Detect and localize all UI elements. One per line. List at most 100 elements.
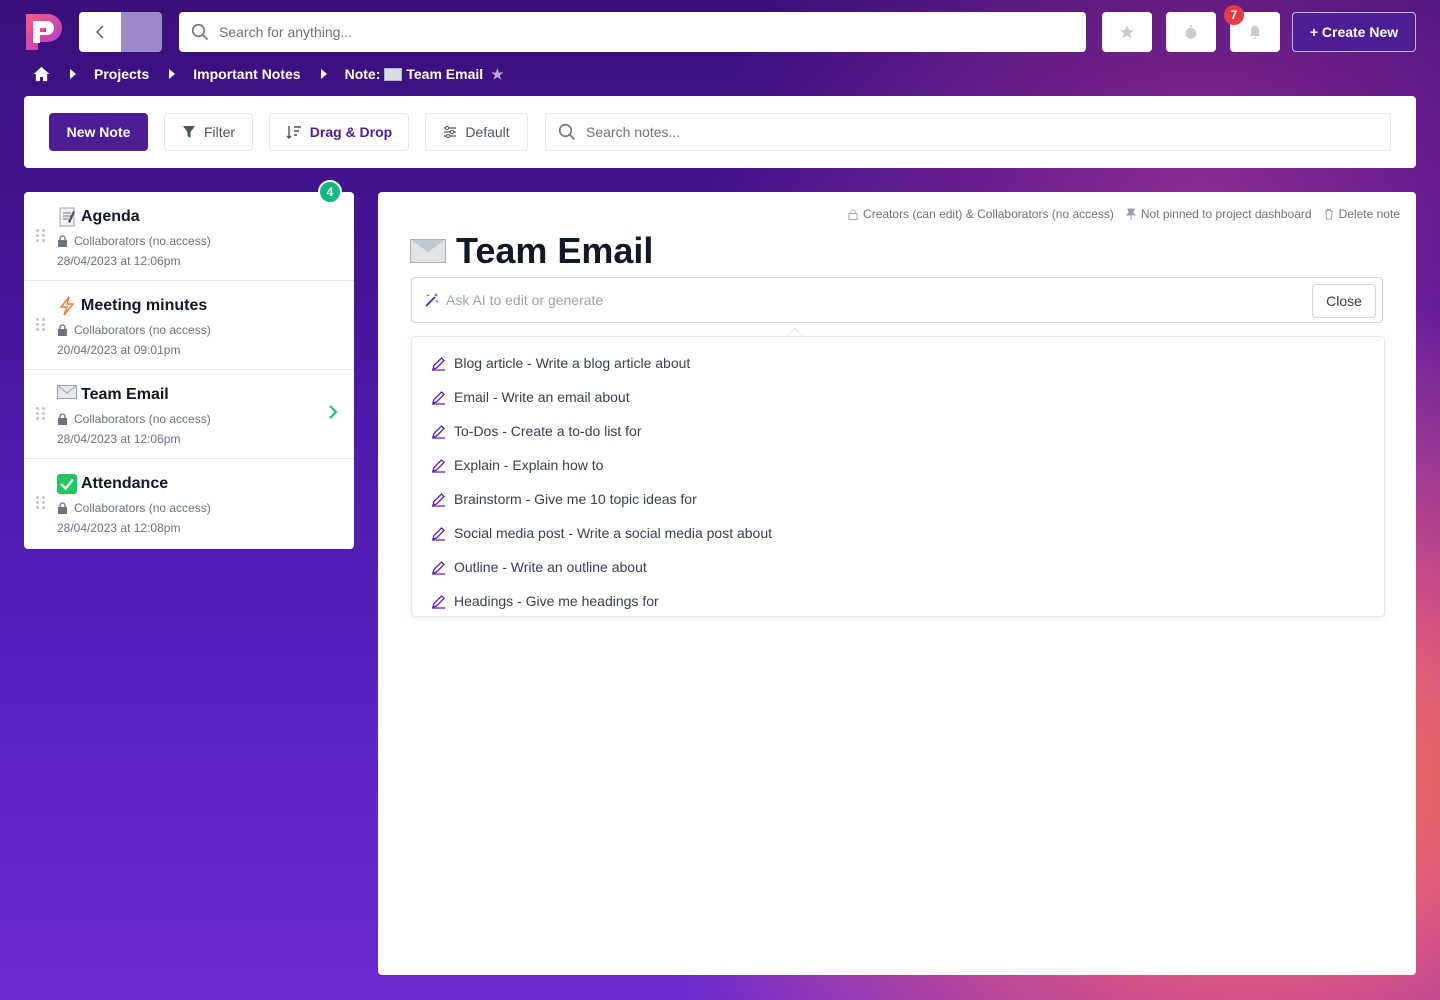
favorites-button[interactable] (1102, 12, 1152, 52)
note-date: 20/04/2023 at 09:01pm (57, 343, 181, 357)
star-icon[interactable]: ★ (491, 66, 504, 83)
filter-label: Filter (203, 124, 236, 140)
ai-option-brainstorm[interactable]: Brainstorm - Give me 10 topic ideas for (412, 482, 1384, 516)
recent-page-thumbnail[interactable] (121, 12, 162, 52)
ai-prompt-input[interactable] (446, 292, 1246, 308)
drag-handle-icon[interactable] (36, 496, 46, 510)
bell-icon (1249, 26, 1261, 39)
ai-option-label: Brainstorm - Give me 10 topic ideas for (454, 491, 697, 507)
chevron-left-icon (95, 25, 104, 39)
lock-icon (848, 209, 858, 220)
ai-option-social-media-post[interactable]: Social media post - Write a social media… (412, 516, 1384, 550)
check-box-icon (57, 474, 77, 494)
note-meta-row: Creators (can edit) & Collaborators (no … (848, 207, 1400, 221)
envelope-icon (410, 239, 446, 263)
delete-note-button[interactable]: Delete note (1324, 207, 1400, 221)
ai-option-todos[interactable]: To-Dos - Create a to-do list for (412, 414, 1384, 448)
ai-option-label: Email - Write an email about (454, 389, 630, 405)
breadcrumb-separator (320, 69, 327, 79)
ai-option-outline[interactable]: Outline - Write an outline about (412, 550, 1384, 584)
note-date: 28/04/2023 at 12:08pm (57, 521, 181, 535)
magic-wand-icon (425, 293, 439, 307)
page-title: Team Email (410, 230, 653, 272)
envelope-icon (384, 67, 403, 81)
note-date: 28/04/2023 at 12:06pm (57, 432, 181, 446)
breadcrumb-important-notes[interactable]: Important Notes (193, 66, 300, 82)
drag-drop-button[interactable]: Drag & Drop (269, 113, 409, 151)
drag-drop-label: Drag & Drop (309, 124, 393, 140)
pencil-icon (432, 594, 445, 609)
note-title: Team Email (81, 386, 169, 403)
ai-option-label: Social media post - Write a social media… (454, 525, 773, 541)
note-title: Agenda (81, 208, 140, 225)
ai-option-blog-article[interactable]: Blog article - Write a blog article abou… (412, 346, 1384, 380)
notes-list: 4 Agenda Collaborators (no access) 28/04… (24, 180, 354, 549)
notifications-button[interactable]: 7 (1224, 5, 1280, 52)
lock-icon (58, 502, 67, 514)
notes-search-input[interactable] (586, 124, 1335, 140)
pencil-icon (432, 458, 445, 473)
chevron-right-icon (329, 405, 338, 419)
ai-option-email[interactable]: Email - Write an email about (412, 380, 1384, 414)
pencil-icon (432, 526, 445, 541)
search-icon (191, 23, 209, 41)
note-access-label: Creators (can edit) & Collaborators (no … (863, 207, 1114, 221)
pin-toggle[interactable]: Not pinned to project dashboard (1125, 207, 1312, 221)
back-navigation (79, 12, 162, 52)
ai-option-label: Explain - Explain how to (454, 457, 604, 473)
note-editor: Creators (can edit) & Collaborators (no … (378, 192, 1416, 975)
sliders-icon (444, 125, 457, 139)
note-access-setting[interactable]: Creators (can edit) & Collaborators (no … (848, 207, 1114, 221)
lightning-icon (57, 296, 77, 316)
lock-icon (58, 235, 67, 247)
breadcrumb: Projects Important Notes Note: Team Emai… (33, 64, 504, 84)
notes-toolbar: New Note Filter Drag & Drop Default (24, 96, 1416, 168)
note-title-text[interactable]: Team Email (456, 230, 653, 272)
note-item-team-email[interactable]: Team Email Collaborators (no access) 28/… (24, 370, 354, 459)
app-logo[interactable] (24, 12, 64, 52)
breadcrumb-current-prefix: Note: (344, 66, 381, 82)
lock-icon (58, 324, 67, 336)
pencil-icon (432, 560, 445, 575)
note-item-agenda[interactable]: Agenda Collaborators (no access) 28/04/2… (24, 192, 354, 281)
note-access: Collaborators (no access) (74, 323, 211, 337)
breadcrumb-separator (169, 69, 176, 79)
home-icon[interactable] (33, 66, 50, 82)
pencil-icon (432, 424, 445, 439)
notification-count-badge: 7 (1224, 5, 1244, 25)
top-bar: 7 + Create New (24, 5, 1416, 52)
new-note-button[interactable]: New Note (49, 113, 148, 151)
ai-option-label: Blog article - Write a blog article abou… (454, 355, 691, 371)
lock-icon (58, 413, 67, 425)
ai-option-headings[interactable]: Headings - Give me headings for (412, 584, 1384, 616)
filter-button[interactable]: Filter (164, 113, 253, 151)
back-button[interactable] (79, 12, 121, 52)
filter-icon (182, 126, 195, 138)
default-view-button[interactable]: Default (425, 113, 528, 151)
pin-label: Not pinned to project dashboard (1140, 207, 1312, 221)
drag-handle-icon[interactable] (36, 318, 46, 332)
note-item-attendance[interactable]: Attendance Collaborators (no access) 28/… (24, 459, 354, 548)
global-search-input[interactable] (219, 24, 1025, 40)
drag-handle-icon[interactable] (36, 407, 46, 421)
search-icon (558, 123, 576, 141)
ai-prompt-box: Close (411, 277, 1383, 323)
note-date: 28/04/2023 at 12:06pm (57, 254, 181, 268)
note-access: Collaborators (no access) (74, 501, 211, 515)
ai-suggestions-menu: Blog article - Write a blog article abou… (411, 336, 1385, 617)
drag-handle-icon[interactable] (36, 229, 46, 243)
note-access: Collaborators (no access) (74, 412, 211, 426)
note-item-meeting-minutes[interactable]: Meeting minutes Collaborators (no access… (24, 281, 354, 370)
breadcrumb-projects[interactable]: Projects (94, 66, 149, 82)
memo-icon (57, 207, 77, 227)
notes-search[interactable] (545, 113, 1391, 151)
global-search[interactable] (179, 12, 1086, 52)
close-button[interactable]: Close (1312, 284, 1376, 318)
ai-option-explain[interactable]: Explain - Explain how to (412, 448, 1384, 482)
pencil-icon (432, 390, 445, 405)
ai-option-label: Headings - Give me headings for (454, 593, 659, 609)
envelope-icon (57, 385, 77, 405)
create-new-button[interactable]: + Create New (1292, 12, 1416, 52)
timer-button[interactable] (1166, 12, 1216, 52)
stopwatch-icon (1185, 25, 1197, 39)
